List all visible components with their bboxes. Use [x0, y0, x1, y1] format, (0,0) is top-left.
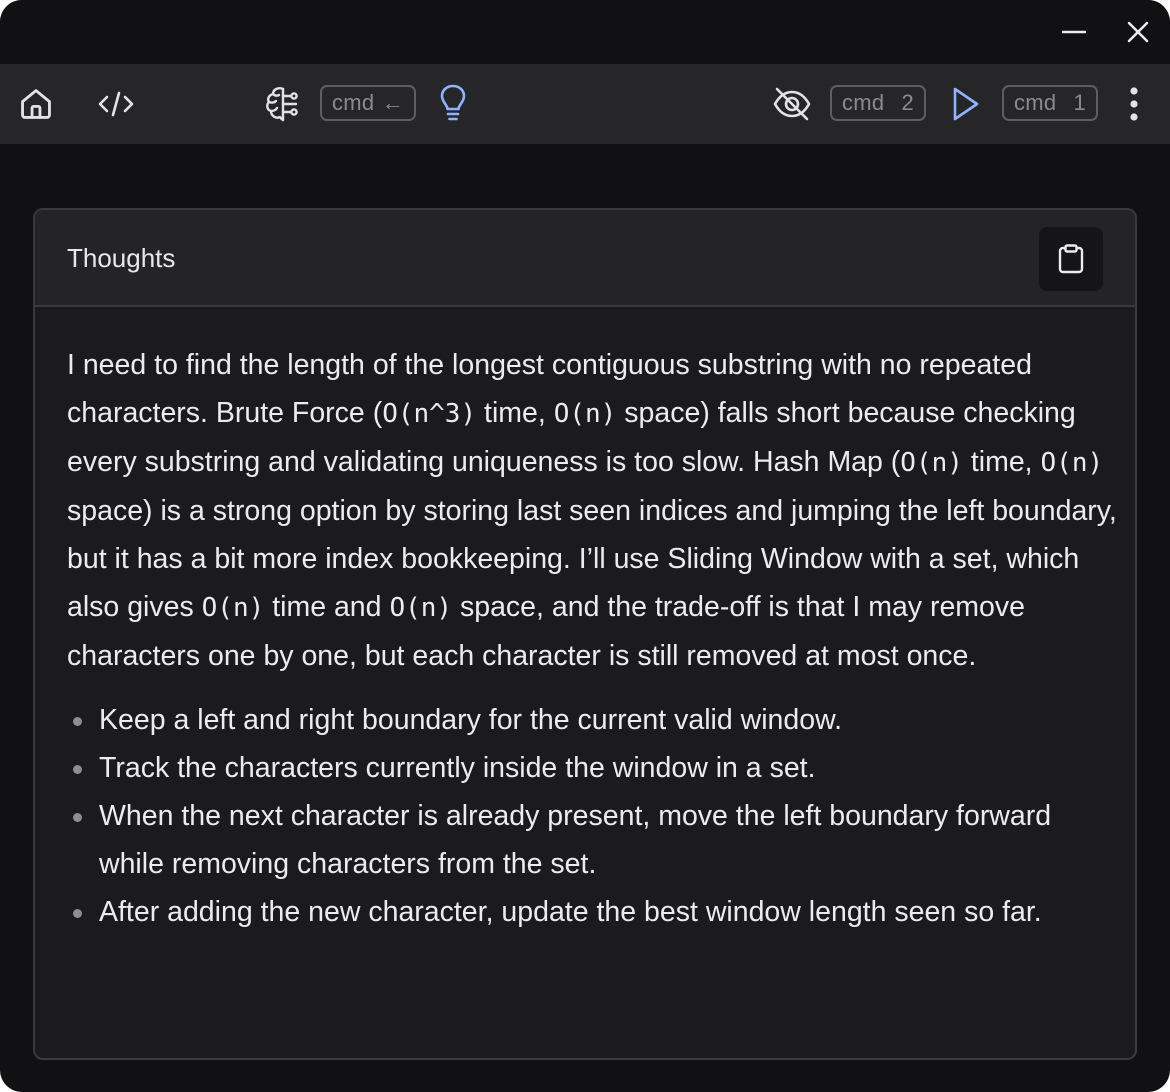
inline-code: O(n) — [389, 593, 453, 623]
hide-shortcut: cmd 2 — [830, 85, 926, 121]
play-icon — [953, 87, 979, 121]
reasoning-shortcut: cmd ← — [320, 85, 416, 121]
thoughts-content: I need to find the length of the longest… — [67, 341, 1117, 936]
inline-code: O(n) — [553, 399, 617, 429]
title-bar — [0, 0, 1170, 64]
shortcut-key: 2 — [901, 90, 914, 115]
shortcut-key: 1 — [1073, 90, 1086, 115]
thoughts-panel: Thoughts I need to find the length of th… — [33, 208, 1137, 1060]
app-window: cmd ← cmd 2 cmd 1 Thoughts I need to fin… — [0, 0, 1170, 1092]
list-item: After adding the new character, update t… — [67, 888, 1117, 936]
list-item: Track the characters currently inside th… — [67, 744, 1117, 792]
eye-off-icon — [773, 87, 811, 121]
inline-code: O(n) — [900, 448, 963, 478]
reasoning-button[interactable] — [262, 82, 304, 126]
home-button[interactable] — [14, 82, 58, 126]
thoughts-title: Thoughts — [67, 243, 176, 273]
run-button[interactable] — [946, 84, 984, 124]
minimize-icon — [1062, 30, 1086, 34]
close-button[interactable] — [1118, 12, 1158, 52]
minimize-button[interactable] — [1054, 12, 1094, 52]
toolbar — [0, 64, 1170, 144]
inline-code: O(n^3) — [382, 399, 477, 429]
inline-code: O(n) — [1040, 448, 1104, 478]
home-icon — [21, 89, 51, 119]
close-icon — [1127, 21, 1149, 43]
brain-icon — [266, 87, 298, 122]
paragraph-text: time, — [476, 397, 554, 429]
list-item: When the next character is already prese… — [67, 792, 1117, 888]
copy-button[interactable] — [1039, 227, 1103, 291]
inline-code: O(n) — [201, 593, 265, 623]
run-shortcut: cmd 1 — [1002, 85, 1098, 121]
code-icon — [98, 91, 134, 117]
paragraph-text: time, — [962, 446, 1041, 478]
paragraph-text: time and — [264, 591, 390, 623]
clipboard-icon — [1058, 244, 1084, 274]
lightbulb-icon — [440, 84, 466, 121]
shortcut-modifier: cmd — [842, 90, 885, 115]
thoughts-bullet-list: Keep a left and right boundary for the c… — [67, 696, 1117, 936]
hint-button[interactable] — [436, 82, 470, 126]
hide-button[interactable] — [770, 82, 814, 126]
more-vertical-icon — [1130, 87, 1138, 121]
shortcut-modifier: cmd — [1014, 90, 1057, 115]
shortcut-key: ← — [381, 90, 404, 115]
thoughts-paragraph: I need to find the length of the longest… — [67, 341, 1117, 680]
more-menu-button[interactable] — [1118, 84, 1150, 124]
shortcut-modifier: cmd — [332, 90, 375, 115]
list-item: Keep a left and right boundary for the c… — [67, 696, 1117, 744]
code-view-button[interactable] — [93, 84, 139, 124]
thoughts-header: Thoughts — [35, 210, 1135, 307]
